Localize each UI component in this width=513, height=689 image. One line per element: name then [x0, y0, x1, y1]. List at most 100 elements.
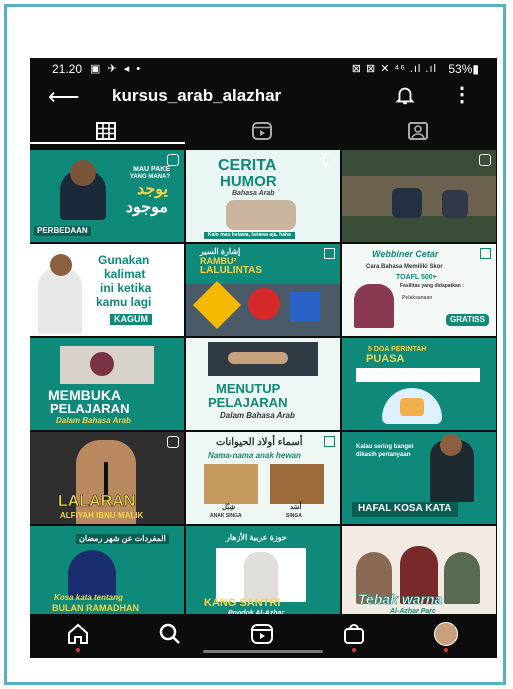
post-caption: MAU PAKE: [133, 166, 170, 173]
post-tile[interactable]: [342, 150, 496, 242]
post-caption: BULAN RAMADHAN: [52, 603, 139, 613]
reel-indicator-icon: [167, 436, 179, 448]
post-tile[interactable]: Webbiner Cetar Cara Bahasa Memiliki Skor…: [342, 244, 496, 336]
post-tile[interactable]: Tebak warna Al-Azhar Parc: [342, 526, 496, 618]
post-caption: ALFIYAH IBNU MALIK: [60, 511, 144, 520]
post-caption: Bahasa Arab: [232, 190, 275, 197]
arabic-text-box: [356, 368, 480, 382]
carousel-indicator-icon: [324, 248, 335, 259]
profile-header: ⟵ kursus_arab_alazhar ⋮: [30, 80, 497, 116]
post-caption: KANG SANTRI: [204, 597, 281, 609]
profile-tabs: [30, 118, 497, 144]
post-tile[interactable]: المفردات عن شهر رمضان Kosa kata tentang …: [30, 526, 184, 618]
post-tile[interactable]: LALARAN ALFIYAH IBNU MALIK: [30, 432, 184, 524]
post-tile[interactable]: MAU PAKE YANG MANA? يوجد موجود PERBEDAAN: [30, 150, 184, 242]
notification-dot: [76, 648, 80, 652]
post-caption: Gunakan: [98, 253, 150, 267]
post-caption: dikasih pertanyaan: [356, 452, 411, 458]
post-tile[interactable]: Gunakan kalimat ini ketika kamu lagi KAG…: [30, 244, 184, 336]
tab-grid[interactable]: [30, 118, 185, 144]
post-tile[interactable]: 5 DOA PERINTAH PUASA: [342, 338, 496, 430]
status-time: 21.20: [52, 62, 83, 76]
back-arrow-icon[interactable]: ⟵: [48, 84, 80, 110]
post-tile[interactable]: إشارة السير RAMBU² LALULINTAS: [186, 244, 340, 336]
post-caption: PUASA: [366, 353, 405, 365]
person-photo: [38, 268, 82, 334]
shop-icon[interactable]: [342, 622, 366, 646]
post-tile[interactable]: MEMBUKA PELAJARAN Dalam Bahasa Arab: [30, 338, 184, 430]
post-caption: موجود: [125, 199, 168, 216]
post-caption: ini ketika: [100, 281, 152, 295]
profile-avatar[interactable]: [434, 622, 458, 646]
post-caption: kalimat: [104, 267, 146, 281]
post-caption: KAGUM: [110, 314, 152, 326]
person-head: [70, 160, 96, 186]
grid-icon: [96, 122, 116, 140]
post-caption: Dalam Bahasa Arab: [220, 411, 295, 420]
tagged-icon: [408, 122, 428, 140]
post-tile[interactable]: Kalau sering banget dikasih pertanyaan H…: [342, 432, 496, 524]
post-caption: Webbiner Cetar: [372, 249, 439, 259]
class-person: [90, 352, 114, 376]
person-photo: [444, 552, 480, 604]
speaker-photo: [354, 284, 394, 328]
post-caption: LALULINTAS: [200, 265, 263, 276]
post-caption: TOAFL 500+: [396, 274, 437, 281]
post-caption: أسماء أولاد الحيوانات: [216, 437, 303, 448]
post-caption: kamu lagi: [96, 295, 152, 309]
reel-indicator-icon: [323, 154, 335, 166]
food-shape: [400, 398, 424, 416]
gesture-bar: [203, 650, 323, 653]
post-caption: أَسَد: [290, 504, 302, 511]
phone-screen: 21.20 ▣ ✈ ◂ • ⊠ ⊠ ✕ ⁴⁶ .ıl .ıl 53%▮ ⟵ ku…: [30, 58, 497, 658]
notification-dot: [352, 648, 356, 652]
post-caption: Kalo mau ketawa, ketawa aja. haha: [204, 232, 295, 240]
post-caption: HAFAL KOSA KATA: [352, 502, 458, 517]
profile-username: kursus_arab_alazhar: [112, 86, 282, 105]
post-tile[interactable]: MENUTUP PELAJARAN Dalam Bahasa Arab: [186, 338, 340, 430]
bell-icon[interactable]: [394, 84, 416, 106]
carousel-indicator-icon: [324, 436, 335, 447]
signal-icons: ⊠ ⊠ ✕ ⁴⁶ .ıl .ıl: [351, 63, 437, 75]
post-caption: YANG MANA?: [129, 174, 170, 180]
hands-shape: [228, 352, 288, 364]
more-options-icon[interactable]: ⋮: [452, 82, 472, 107]
carousel-indicator-icon: [480, 248, 491, 259]
post-caption: شِبْل: [222, 504, 236, 511]
post-caption: Kalau sering banget: [356, 444, 414, 450]
post-caption: Fasilitas yang didapatkan :: [400, 283, 464, 289]
post-caption: LALARAN: [58, 493, 136, 510]
post-caption: PELAJARAN: [208, 395, 288, 410]
lion-cub-photo: [204, 464, 258, 504]
post-caption: SINGA: [286, 513, 302, 519]
post-caption: حوزة عربية الأزهار: [226, 533, 287, 542]
post-caption: GRATISS: [446, 314, 489, 327]
sign-shape: [290, 292, 320, 322]
post-caption: Nama-nama anak hewan: [208, 451, 301, 460]
tab-reels[interactable]: [186, 118, 341, 144]
post-tile[interactable]: CERITA HUMOR Bahasa Arab Kalo mau ketawa…: [186, 150, 340, 242]
post-caption: يوجد: [136, 181, 168, 198]
post-caption: Dalam Bahasa Arab: [56, 416, 131, 425]
tab-tagged[interactable]: [342, 118, 497, 144]
post-caption: HUMOR: [220, 173, 277, 190]
reel-indicator-icon: [479, 154, 491, 166]
home-icon[interactable]: [66, 622, 90, 646]
post-caption: ANAK SINGA: [210, 513, 242, 519]
person-photo: [68, 550, 116, 598]
person-head: [440, 434, 462, 456]
post-caption: Pelaksanaan: [402, 295, 433, 301]
reels-icon: [252, 122, 272, 140]
post-tile[interactable]: أسماء أولاد الحيوانات Nama-nama anak hew…: [186, 432, 340, 524]
posts-grid: MAU PAKE YANG MANA? يوجد موجود PERBEDAAN…: [30, 150, 497, 618]
santri-photo: [244, 552, 278, 602]
meeting-person: [392, 188, 422, 218]
search-icon[interactable]: [158, 622, 182, 646]
notification-dot: [444, 648, 448, 652]
post-caption: المفردات عن شهر رمضان: [76, 534, 169, 545]
laughing-photo: [226, 200, 296, 230]
notification-icons: ▣ ✈ ◂ •: [90, 63, 143, 75]
sign-shape: [248, 288, 280, 320]
post-tile[interactable]: حوزة عربية الأزهار KANG SANTRI Pondok Al…: [186, 526, 340, 618]
reels-icon[interactable]: [250, 622, 274, 646]
